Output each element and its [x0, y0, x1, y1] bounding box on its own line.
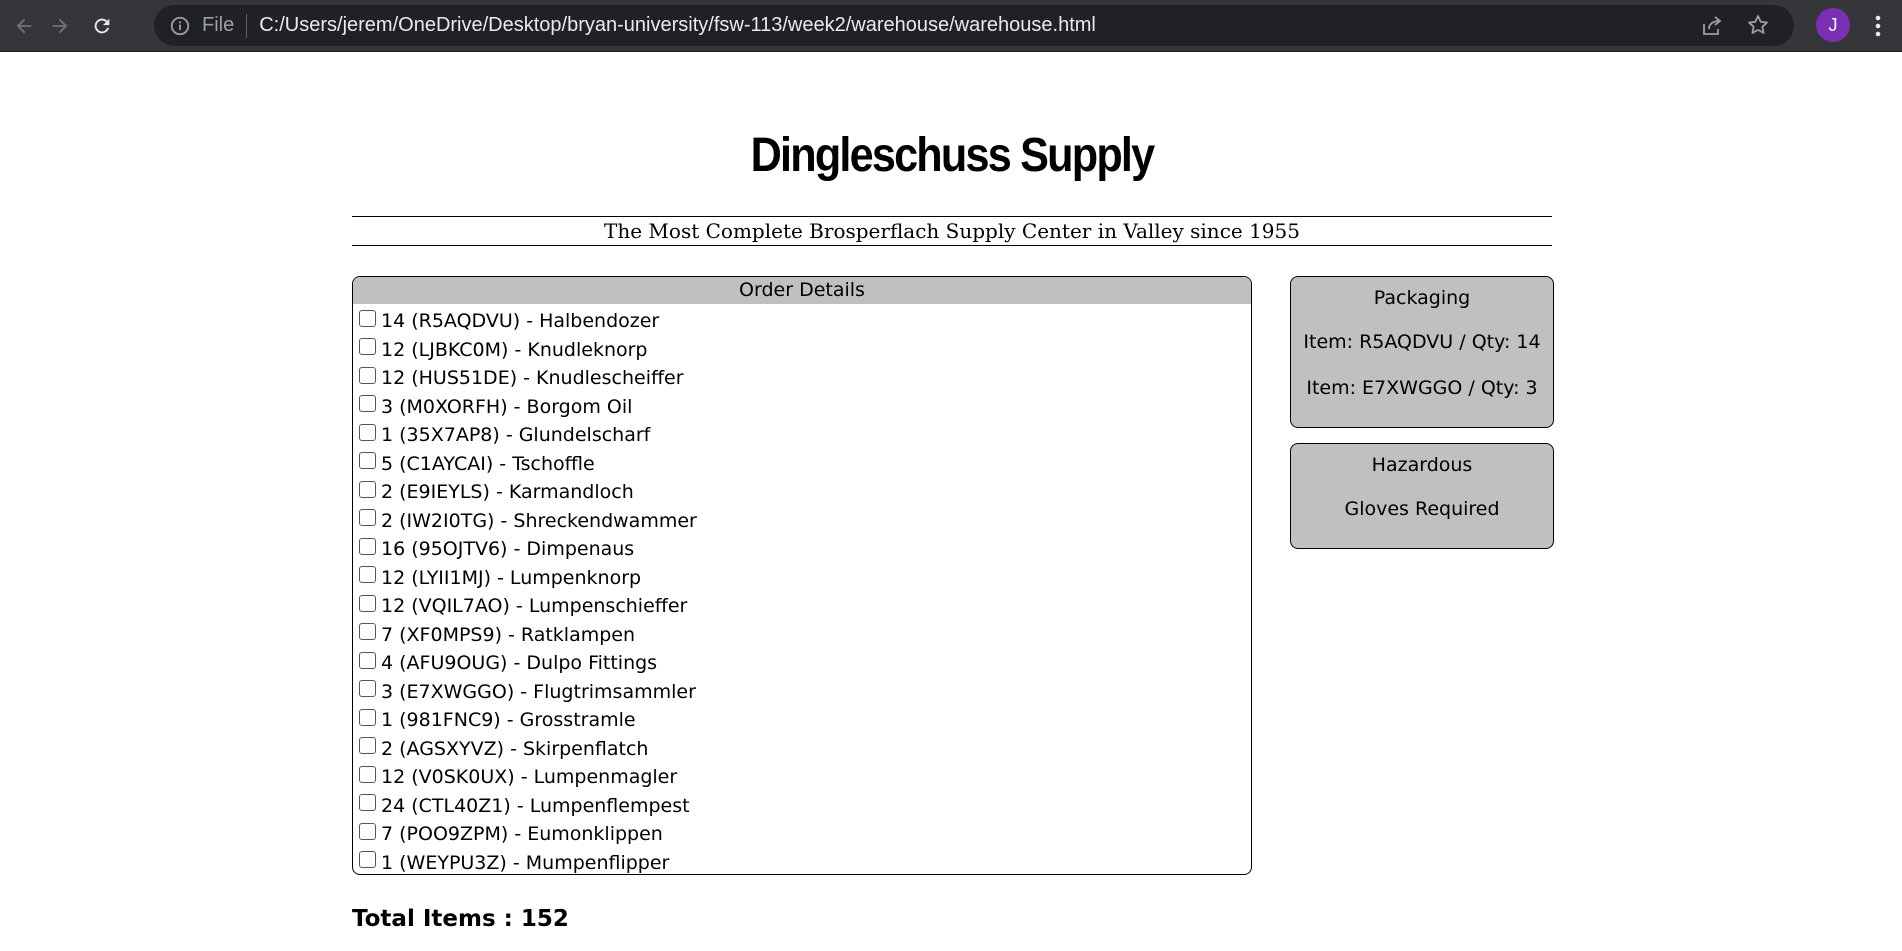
order-item-checkbox[interactable]: [359, 851, 376, 869]
star-icon[interactable]: [1746, 13, 1770, 41]
order-item-label: 1 (WEYPU3Z) - Mumpenflipper: [381, 851, 670, 874]
address-bar[interactable]: File C:/Users/jerem/OneDrive/Desktop/bry…: [154, 5, 1794, 46]
order-item-label: 12 (HUS51DE) - Knudlescheiffer: [381, 367, 684, 390]
order-item-label: 12 (V0SK0UX) - Lumpenmagler: [381, 766, 678, 789]
order-item-checkbox[interactable]: [359, 480, 376, 498]
order-item-label: 2 (IW2I0TG) - Shreckendwammer: [381, 509, 697, 532]
order-item[interactable]: 12 (HUS51DE) - Knudlescheiffer: [359, 364, 1251, 393]
order-item-checkbox[interactable]: [359, 338, 376, 356]
address-divider: [246, 13, 248, 38]
order-item[interactable]: 3 (E7XWGGO) - Flugtrimsammler: [359, 678, 1251, 707]
forward-arrow-icon[interactable]: [42, 8, 78, 44]
page-title: Dingleschuss Supply: [750, 129, 1155, 182]
order-item-checkbox[interactable]: [359, 537, 376, 555]
kebab-menu-icon[interactable]: [1866, 10, 1890, 42]
order-item-checkbox[interactable]: [359, 452, 376, 470]
hazardous-line: Gloves Required: [1344, 498, 1500, 520]
order-item-label: 1 (35X7AP8) - Glundelscharf: [381, 424, 651, 447]
order-item[interactable]: 12 (V0SK0UX) - Lumpenmagler: [359, 763, 1251, 792]
order-item-label: 7 (XF0MPS9) - Ratklampen: [381, 623, 636, 646]
order-item[interactable]: 12 (LJBKC0M) - Knudleknorp: [359, 336, 1251, 365]
order-item-label: 5 (C1AYCAI) - Tschoffle: [381, 452, 595, 475]
packaging-panel: Packaging Item: R5AQDVU / Qty: 14 Item: …: [1290, 276, 1554, 428]
hazardous-title: Hazardous: [1371, 454, 1473, 476]
order-item[interactable]: 12 (LYII1MJ) - Lumpenknorp: [359, 564, 1251, 593]
order-item-checkbox[interactable]: [359, 651, 376, 669]
packaging-line: Item: R5AQDVU / Qty: 14: [1303, 331, 1541, 353]
order-item[interactable]: 1 (35X7AP8) - Glundelscharf: [359, 421, 1251, 450]
order-item-checkbox[interactable]: [359, 822, 376, 840]
profile-avatar[interactable]: J: [1816, 8, 1850, 42]
order-item[interactable]: 12 (VQIL7AO) - Lumpenschieffer: [359, 592, 1251, 621]
share-icon[interactable]: [1700, 14, 1724, 42]
order-item[interactable]: 24 (CTL40Z1) - Lumpenflempest: [359, 792, 1251, 821]
packaging-line: Item: E7XWGGO / Qty: 3: [1306, 377, 1538, 399]
info-icon[interactable]: [168, 14, 192, 38]
order-item[interactable]: 2 (AGSXYVZ) - Skirpenflatch: [359, 735, 1251, 764]
order-item-checkbox[interactable]: [359, 509, 376, 527]
packaging-title: Packaging: [1373, 287, 1471, 309]
order-item[interactable]: 1 (981FNC9) - Grosstramle: [359, 706, 1251, 735]
url-text[interactable]: C:/Users/jerem/OneDrive/Desktop/bryan-un…: [259, 14, 1096, 37]
order-item-list: 14 (R5AQDVU) - Halbendozer 12 (LJBKC0M) -…: [353, 304, 1251, 875]
order-item-checkbox[interactable]: [359, 765, 376, 783]
file-scheme-label: File: [202, 14, 235, 36]
order-item[interactable]: 7 (POO9ZPM) - Eumonklippen: [359, 820, 1251, 849]
order-item-label: 2 (E9IEYLS) - Karmandloch: [381, 481, 634, 504]
order-item[interactable]: 5 (C1AYCAI) - Tschoffle: [359, 450, 1251, 479]
order-item[interactable]: 3 (M0XORFH) - Borgom Oil: [359, 393, 1251, 422]
order-item-checkbox[interactable]: [359, 309, 376, 327]
order-item-label: 14 (R5AQDVU) - Halbendozer: [381, 310, 660, 333]
hazardous-panel: Hazardous Gloves Required: [1290, 443, 1554, 549]
order-item-checkbox[interactable]: [359, 708, 376, 726]
back-arrow-icon[interactable]: [6, 8, 42, 44]
order-item-checkbox[interactable]: [359, 566, 376, 584]
total-items: Total Items : 152: [352, 906, 569, 932]
order-item-label: 1 (981FNC9) - Grosstramle: [381, 709, 636, 732]
order-item-checkbox[interactable]: [359, 594, 376, 612]
browser-toolbar: File C:/Users/jerem/OneDrive/Desktop/bry…: [0, 0, 1902, 52]
order-item-label: 3 (E7XWGGO) - Flugtrimsammler: [381, 680, 696, 703]
order-item-checkbox[interactable]: [359, 395, 376, 413]
order-item-label: 12 (VQIL7AO) - Lumpenschieffer: [381, 595, 688, 618]
order-item-checkbox[interactable]: [359, 366, 376, 384]
order-item-checkbox[interactable]: [359, 737, 376, 755]
order-item[interactable]: 2 (E9IEYLS) - Karmandloch: [359, 478, 1251, 507]
order-item-checkbox[interactable]: [359, 423, 376, 441]
page-subtitle: The Most Complete Brosperflach Supply Ce…: [352, 216, 1552, 246]
order-item-label: 2 (AGSXYVZ) - Skirpenflatch: [381, 737, 649, 760]
order-item-label: 16 (95OJTV6) - Dimpenaus: [381, 538, 635, 561]
order-item-checkbox[interactable]: [359, 794, 376, 812]
order-details-header: Order Details: [353, 277, 1251, 304]
order-item[interactable]: 4 (AFU9OUG) - Dulpo Fittings: [359, 649, 1251, 678]
order-item-label: 7 (POO9ZPM) - Eumonklippen: [381, 823, 663, 846]
order-item[interactable]: 1 (WEYPU3Z) - Mumpenflipper: [359, 849, 1251, 875]
order-item-label: 12 (LYII1MJ) - Lumpenknorp: [381, 566, 642, 589]
order-item[interactable]: 16 (95OJTV6) - Dimpenaus: [359, 535, 1251, 564]
reload-icon[interactable]: [84, 8, 120, 44]
order-item[interactable]: 7 (XF0MPS9) - Ratklampen: [359, 621, 1251, 650]
order-item-label: 3 (M0XORFH) - Borgom Oil: [381, 395, 633, 418]
order-item-label: 24 (CTL40Z1) - Lumpenflempest: [381, 794, 690, 817]
order-item-checkbox[interactable]: [359, 623, 376, 641]
order-item-checkbox[interactable]: [359, 680, 376, 698]
order-item-label: 12 (LJBKC0M) - Knudleknorp: [381, 338, 648, 361]
order-item[interactable]: 14 (R5AQDVU) - Halbendozer: [359, 307, 1251, 336]
order-details-panel: Order Details 14 (R5AQDVU) - Halbendozer…: [352, 276, 1252, 875]
order-item[interactable]: 2 (IW2I0TG) - Shreckendwammer: [359, 507, 1251, 536]
order-item-label: 4 (AFU9OUG) - Dulpo Fittings: [381, 652, 658, 675]
